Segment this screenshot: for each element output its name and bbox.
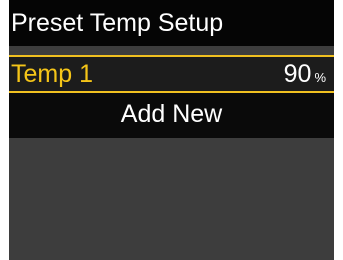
add-new-button[interactable]: Add New (9, 93, 334, 138)
preset-item-temp-1[interactable]: Temp 1 90% (9, 55, 334, 93)
preset-value-group: 90% (284, 59, 326, 93)
preset-value: 90 (283, 60, 312, 88)
add-new-label: Add New (120, 100, 223, 128)
selection-border-top (9, 55, 334, 57)
header-bar: Preset Temp Setup (9, 0, 334, 46)
page-title: Preset Temp Setup (11, 9, 224, 37)
preset-name: Temp 1 (11, 60, 93, 88)
empty-list-area (9, 138, 334, 260)
device-screen: Preset Temp Setup Temp 1 90% Add New (9, 0, 334, 260)
preset-unit: % (314, 70, 326, 85)
